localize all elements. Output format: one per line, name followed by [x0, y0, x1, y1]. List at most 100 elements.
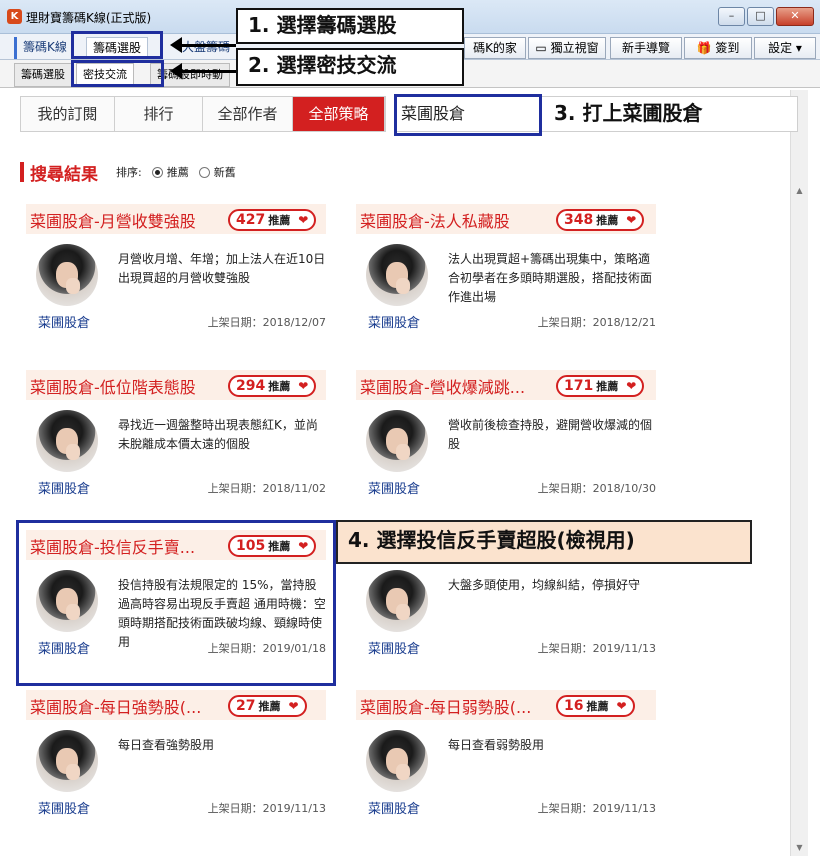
strategy-card[interactable]: 菜圃股倉-法人私藏股 348 推薦 ❤ 法人出現買超+籌碼出現集中，策略適合初學… — [356, 204, 656, 332]
settings-button[interactable]: 設定 ▾ — [754, 37, 816, 59]
card-date: 上架日期：2018/11/02 — [207, 482, 326, 495]
scroll-down-icon[interactable]: ▼ — [791, 839, 808, 856]
card-title[interactable]: 菜圃股倉-每日弱勢股(... — [360, 694, 531, 718]
annotation-step-1: 1. 選擇籌碼選股 — [236, 8, 464, 44]
recommend-count: 427 — [236, 212, 266, 228]
card-date: 上架日期：2018/12/07 — [207, 316, 326, 329]
card-date: 上架日期：2019/11/13 — [537, 802, 656, 815]
card-title[interactable]: 菜圃股倉-法人私藏股 — [360, 208, 510, 232]
strategy-card[interactable]: 菜圃股倉-每日強勢股(... 27 推薦 ❤ 每日查看強勢股用 菜圃股倉 上架日… — [26, 690, 326, 818]
recommend-count: 348 — [564, 212, 594, 228]
card-title[interactable]: 菜圃股倉-月營收雙強股 — [30, 208, 196, 232]
card-header: 菜圃股倉-法人私藏股 348 推薦 ❤ — [356, 204, 656, 234]
card-date: 上架日期：2019/11/13 — [207, 802, 326, 815]
highlight-search-input — [394, 94, 542, 136]
card-author-link[interactable]: 菜圃股倉 — [368, 638, 420, 657]
avatar[interactable] — [36, 244, 98, 306]
recommend-label: 推薦 — [596, 380, 619, 393]
recommend-button[interactable]: 294 推薦 ❤ — [228, 375, 317, 397]
tab-chip-k[interactable]: 籌碼K線 — [14, 37, 73, 59]
sort-recommend-label: 推薦 — [166, 166, 189, 179]
recommend-button[interactable]: 27 推薦 ❤ — [228, 695, 307, 717]
sort-radio-newest[interactable] — [198, 166, 210, 178]
results-header: 搜尋結果 排序: 推薦 新舊 — [20, 160, 242, 185]
sort-label: 排序: — [116, 166, 142, 179]
card-header: 菜圃股倉-每日弱勢股(... 16 推薦 ❤ — [356, 690, 656, 720]
card-description: 營收前後檢查持股，避開營收爆減的個股 — [448, 418, 653, 451]
recommend-button[interactable]: 427 推薦 ❤ — [228, 209, 317, 231]
card-header: 菜圃股倉-月營收雙強股 427 推薦 ❤ — [26, 204, 326, 234]
settings-label: 設定 — [768, 41, 793, 55]
avatar-hand — [66, 764, 80, 780]
avatar[interactable] — [36, 410, 98, 472]
recommend-label: 推薦 — [268, 380, 291, 393]
card-title[interactable]: 菜圃股倉-低位階表態股 — [30, 374, 196, 398]
avatar[interactable] — [366, 244, 428, 306]
recommend-count: 171 — [564, 378, 594, 394]
gift-icon: 🎁 — [696, 41, 712, 55]
home-button[interactable]: 碼K的家 — [464, 37, 526, 59]
strategy-card[interactable]: 菜圃股倉-低位階表態股 294 推薦 ❤ 尋找近一週盤整時出現表態紅K，並尚未脫… — [26, 370, 326, 498]
recommend-label: 推薦 — [258, 700, 281, 713]
card-title[interactable]: 菜圃股倉-營收爆減跳... — [360, 374, 525, 398]
new-user-guide-button[interactable]: 新手導覽 — [610, 37, 682, 59]
standalone-window-label: 獨立視窗 — [550, 41, 599, 55]
avatar-hand — [396, 764, 410, 780]
avatar[interactable] — [366, 570, 428, 632]
card-header: 菜圃股倉-營收爆減跳... 171 推薦 ❤ — [356, 370, 656, 400]
strategy-card[interactable]: 菜圃股倉-營收爆減跳... 171 推薦 ❤ 營收前後檢查持股，避開營收爆減的個… — [356, 370, 656, 498]
standalone-window-button[interactable]: ▭ 獨立視窗 — [528, 37, 606, 59]
checkin-label: 簽到 — [715, 41, 740, 55]
avatar[interactable] — [36, 730, 98, 792]
avatar[interactable] — [366, 730, 428, 792]
card-description: 每日查看弱勢股用 — [448, 738, 545, 752]
sort-newest-label: 新舊 — [213, 166, 236, 179]
app-logo-icon: K — [7, 9, 22, 24]
heart-icon: ❤ — [298, 213, 309, 227]
recommend-button[interactable]: 16 推薦 ❤ — [556, 695, 635, 717]
annotation-step-4: 4. 選擇投信反手賣超股(檢視用) — [336, 520, 752, 564]
card-header: 菜圃股倉-每日強勢股(... 27 推薦 ❤ — [26, 690, 326, 720]
monitor-icon: ▭ — [535, 41, 551, 55]
avatar-hand — [396, 278, 410, 294]
scrollbar[interactable]: ▲ ▼ — [790, 90, 808, 856]
close-button[interactable]: ✕ — [776, 7, 814, 26]
arrow-step-2 — [170, 63, 236, 79]
annotation-step-3: 3. 打上菜圃股倉 — [554, 101, 703, 125]
sort-radio-recommend[interactable] — [151, 166, 163, 178]
minimize-button[interactable]: – — [718, 7, 745, 26]
window-title: 理財寶籌碼K線(正式版) — [26, 11, 152, 25]
card-author-link[interactable]: 菜圃股倉 — [368, 312, 420, 331]
card-author-link[interactable]: 菜圃股倉 — [368, 798, 420, 817]
maximize-button[interactable]: □ — [747, 7, 774, 26]
heart-icon: ❤ — [298, 379, 309, 393]
card-author-link[interactable]: 菜圃股倉 — [38, 312, 90, 331]
scroll-up-icon[interactable]: ▲ — [791, 182, 808, 199]
recommend-count: 27 — [236, 698, 256, 714]
nav-all-strategies[interactable]: 全部策略 — [293, 97, 385, 131]
strategy-card[interactable]: 菜圃股倉-月營收雙強股 427 推薦 ❤ 月營收月增、年增；加上法人在近10日出… — [26, 204, 326, 332]
nav-my-subscriptions[interactable]: 我的訂閱 — [21, 97, 115, 131]
card-title[interactable]: 菜圃股倉-每日強勢股(... — [30, 694, 201, 718]
highlight-chip-select-tab — [71, 31, 163, 59]
nav-ranking[interactable]: 排行 — [115, 97, 203, 131]
heart-icon: ❤ — [626, 213, 637, 227]
recommend-button[interactable]: 348 推薦 ❤ — [556, 209, 645, 231]
tab-market-chip[interactable]: 大盤籌碼 — [176, 37, 236, 59]
checkin-button[interactable]: 🎁 簽到 — [684, 37, 752, 59]
nav-all-authors[interactable]: 全部作者 — [203, 97, 293, 131]
avatar[interactable] — [366, 410, 428, 472]
results-title: 搜尋結果 — [30, 164, 98, 185]
recommend-label: 推薦 — [268, 214, 291, 227]
subtab-chip-select[interactable]: 籌碼選股 — [14, 63, 72, 87]
card-date: 上架日期：2019/11/13 — [537, 642, 656, 655]
strategy-card[interactable]: 菜圃股倉-每日弱勢股(... 16 推薦 ❤ 每日查看弱勢股用 菜圃股倉 上架日… — [356, 690, 656, 818]
recommend-button[interactable]: 171 推薦 ❤ — [556, 375, 645, 397]
card-author-link[interactable]: 菜圃股倉 — [368, 478, 420, 497]
card-author-link[interactable]: 菜圃股倉 — [38, 798, 90, 817]
card-description: 月營收月增、年增；加上法人在近10日出現買超的月營收雙強股 — [118, 252, 326, 285]
avatar-hand — [396, 444, 410, 460]
avatar-hand — [66, 444, 80, 460]
card-author-link[interactable]: 菜圃股倉 — [38, 478, 90, 497]
recommend-count: 16 — [564, 698, 584, 714]
